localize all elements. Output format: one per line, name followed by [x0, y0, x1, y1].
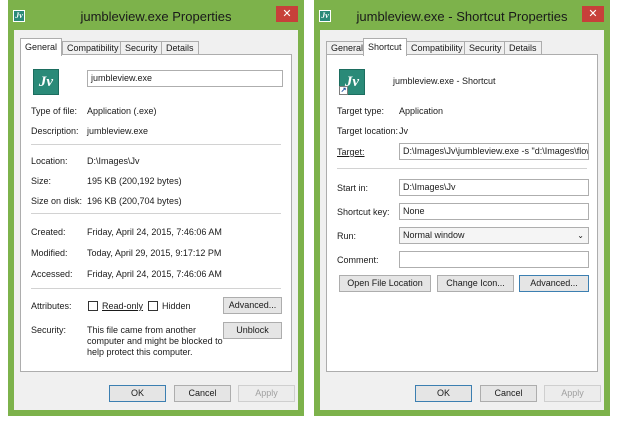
shortcut-panel: Jv ↗ jumbleview.exe - Shortcut Target ty…: [326, 54, 598, 372]
properties-window: Jv jumbleview.exe Properties ✕ General C…: [8, 0, 304, 416]
attributes-label: Attributes:: [31, 301, 72, 311]
location-label: Location:: [31, 156, 68, 166]
shortcut-name: jumbleview.exe - Shortcut: [393, 76, 496, 86]
tab-shortcut[interactable]: Shortcut: [363, 38, 407, 56]
shortcut-key-input[interactable]: None: [399, 203, 589, 220]
size-on-disk-value: 196 KB (200,704 bytes): [87, 196, 182, 206]
description-label: Description:: [31, 126, 79, 136]
unblock-button[interactable]: Unblock: [223, 322, 282, 339]
security-text-line1: This file came from another: [87, 325, 197, 335]
dialog-client: General Shortcut Compatibility Security …: [320, 30, 604, 410]
readonly-label[interactable]: Read-only: [102, 301, 143, 311]
tab-general[interactable]: General: [326, 41, 369, 55]
comment-input[interactable]: [399, 251, 589, 268]
comment-label: Comment:: [337, 255, 379, 265]
modified-value: Today, April 29, 2015, 9:17:12 PM: [87, 248, 222, 258]
ok-button[interactable]: OK: [109, 385, 166, 402]
run-label: Run:: [337, 231, 357, 241]
separator: [31, 144, 281, 145]
close-button[interactable]: ✕: [276, 6, 298, 22]
tab-security[interactable]: Security: [464, 41, 507, 55]
accessed-label: Accessed:: [31, 269, 73, 279]
hidden-checkbox[interactable]: [148, 301, 158, 311]
advanced-button[interactable]: Advanced...: [519, 275, 589, 292]
target-label-text: Target:: [337, 147, 365, 157]
target-type-value: Application: [399, 106, 444, 116]
tab-general[interactable]: General: [20, 38, 63, 56]
run-select-value: Normal window: [403, 230, 465, 240]
shortcut-file-icon: Jv ↗: [339, 69, 365, 95]
size-label: Size:: [31, 176, 52, 186]
shortcut-key-label: Shortcut key:: [337, 207, 390, 217]
start-in-label: Start in:: [337, 183, 369, 193]
dialog-client: General Compatibility Security Details J…: [14, 30, 298, 410]
description-value: jumbleview.exe: [87, 126, 149, 136]
ok-button[interactable]: OK: [415, 385, 472, 402]
general-panel: Jv jumbleview.exe Type of file: Applicat…: [20, 54, 292, 372]
created-label: Created:: [31, 227, 66, 237]
hidden-label[interactable]: Hidden: [162, 301, 191, 311]
run-select[interactable]: Normal window ⌄: [399, 227, 589, 244]
security-label: Security:: [31, 325, 67, 335]
window-title: jumbleview.exe - Shortcut Properties: [356, 9, 568, 24]
filename-field[interactable]: jumbleview.exe: [87, 70, 283, 87]
target-location-label: Target location:: [337, 126, 399, 136]
tab-security[interactable]: Security: [120, 41, 163, 55]
shortcut-arrow-icon: ↗: [339, 86, 348, 95]
modified-label: Modified:: [31, 248, 68, 258]
open-file-location-button[interactable]: Open File Location: [339, 275, 431, 292]
type-label: Type of file:: [31, 106, 78, 116]
close-button[interactable]: ✕: [582, 6, 604, 22]
security-text-line3: help protect this computer.: [87, 347, 193, 357]
title-bar[interactable]: Jv jumbleview.exe Properties ✕: [8, 0, 304, 30]
chevron-down-icon[interactable]: ⌄: [577, 228, 584, 243]
separator: [31, 213, 281, 214]
type-value: Application (.exe): [87, 106, 157, 116]
window-title: jumbleview.exe Properties: [80, 9, 232, 24]
created-value: Friday, April 24, 2015, 7:46:06 AM: [87, 227, 222, 237]
tab-details[interactable]: Details: [161, 41, 199, 55]
target-input[interactable]: D:\Images\Jv\jumbleview.exe -s "d:\Image…: [399, 143, 589, 160]
apply-button[interactable]: Apply: [544, 385, 601, 402]
change-icon-button[interactable]: Change Icon...: [437, 275, 514, 292]
file-icon: Jv: [33, 69, 59, 95]
tab-details[interactable]: Details: [504, 41, 542, 55]
cancel-button[interactable]: Cancel: [480, 385, 537, 402]
advanced-button[interactable]: Advanced...: [223, 297, 282, 314]
tab-compatibility[interactable]: Compatibility: [406, 41, 468, 55]
start-in-input[interactable]: D:\Images\Jv: [399, 179, 589, 196]
size-value: 195 KB (200,192 bytes): [87, 176, 182, 186]
title-bar[interactable]: Jv jumbleview.exe - Shortcut Properties …: [314, 0, 610, 30]
apply-button[interactable]: Apply: [238, 385, 295, 402]
size-on-disk-label: Size on disk:: [31, 196, 83, 206]
tab-compatibility[interactable]: Compatibility: [62, 41, 124, 55]
target-location-value: Jv: [399, 126, 408, 136]
readonly-checkbox[interactable]: [88, 301, 98, 311]
security-text-line2: computer and might be blocked to: [87, 336, 223, 346]
cancel-button[interactable]: Cancel: [174, 385, 231, 402]
accessed-value: Friday, April 24, 2015, 7:46:06 AM: [87, 269, 222, 279]
location-value: D:\Images\Jv: [87, 156, 140, 166]
separator: [31, 288, 281, 289]
target-label: Target:: [337, 147, 365, 157]
target-type-label: Target type:: [337, 106, 385, 116]
shortcut-properties-window: Jv jumbleview.exe - Shortcut Properties …: [314, 0, 610, 416]
separator: [337, 168, 587, 169]
